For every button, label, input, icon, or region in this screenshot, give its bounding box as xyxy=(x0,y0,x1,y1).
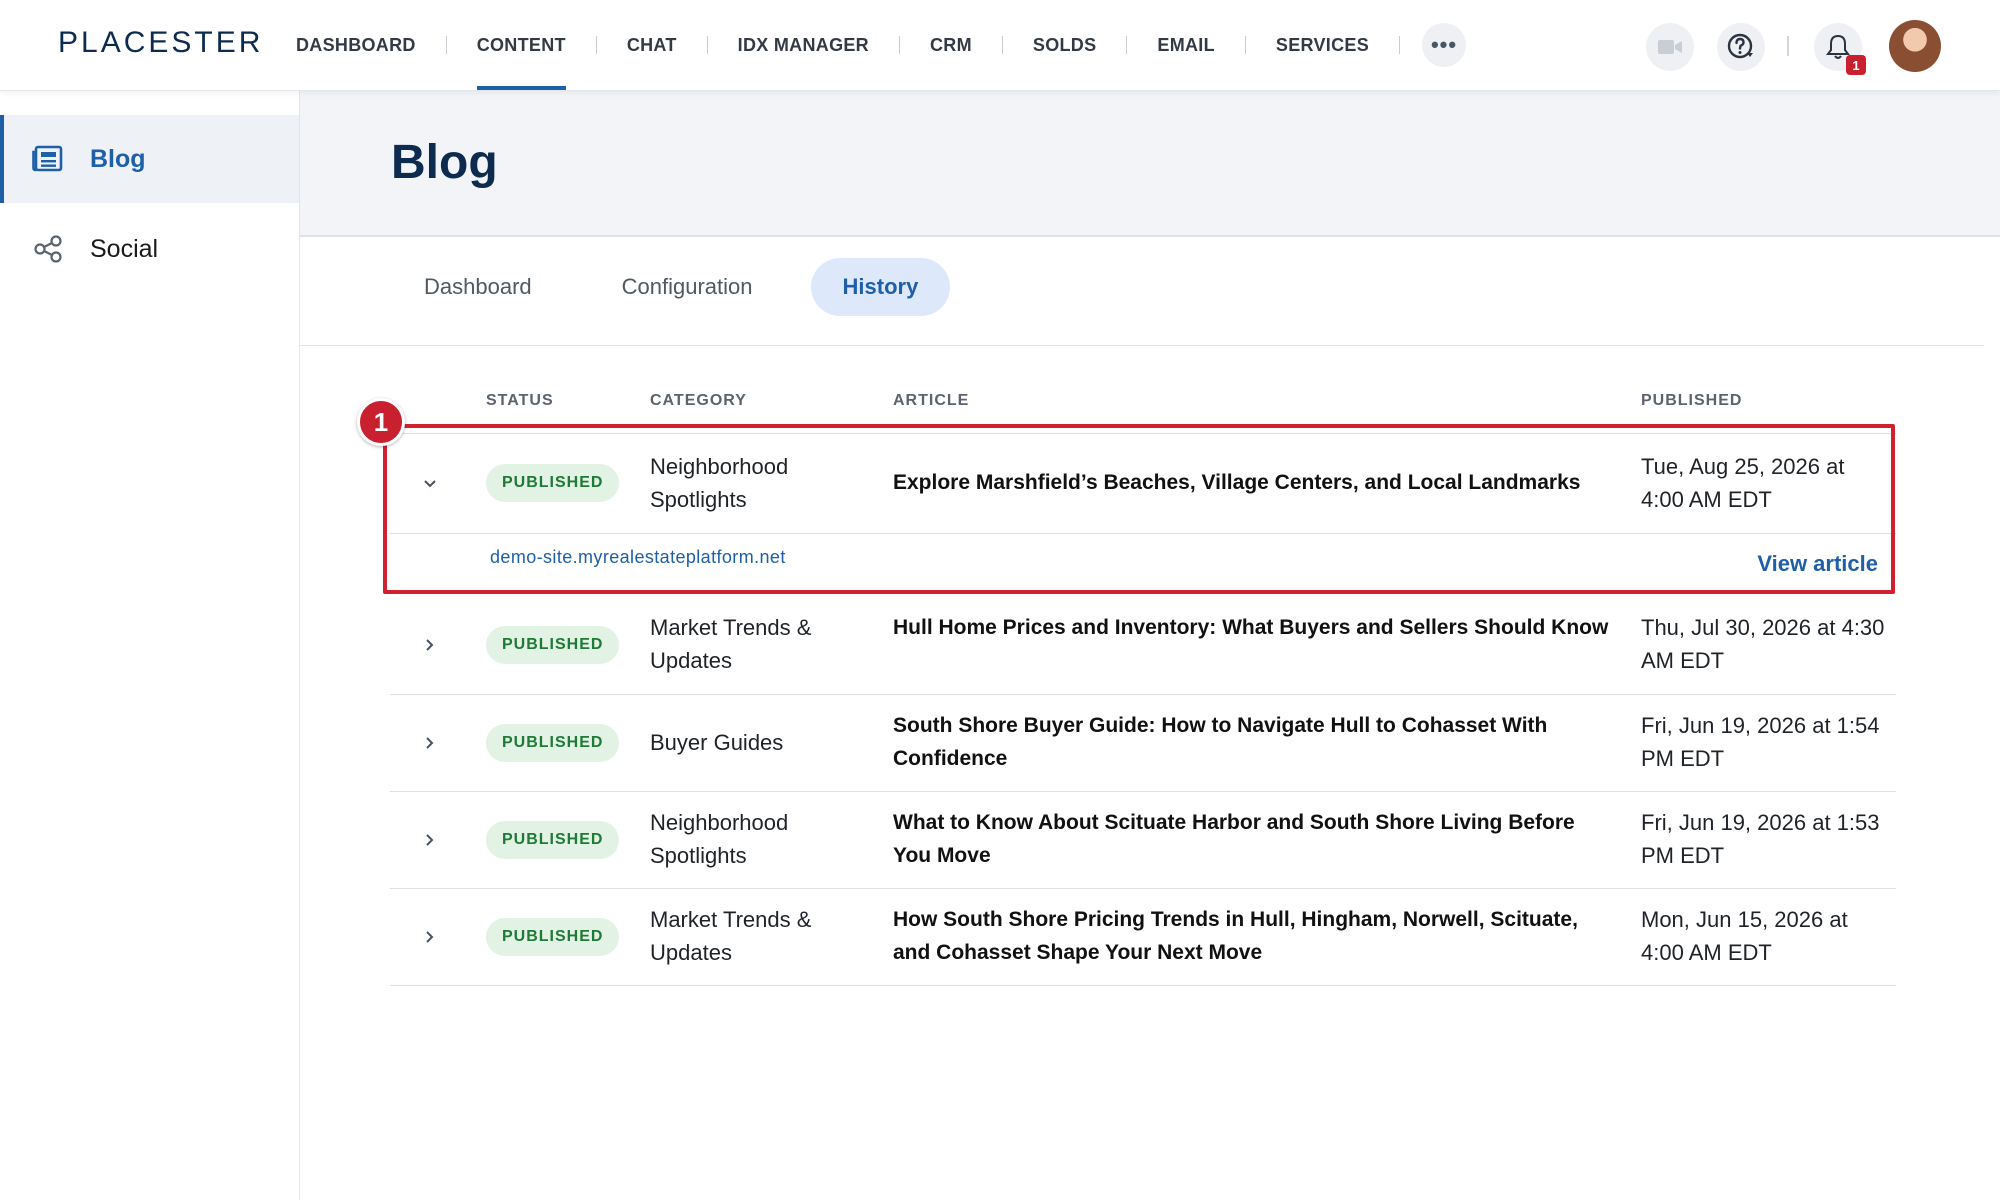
sidebar-item-label: Social xyxy=(90,234,159,263)
sidebar: Blog Social xyxy=(0,91,300,1200)
column-header-status: STATUS xyxy=(486,392,554,409)
row-published-date: Mon, Jun 15, 2026 at 4:00 AM EDT xyxy=(1641,907,1848,965)
nav-separator xyxy=(1399,36,1401,54)
main-nav: DASHBOARD CONTENT CHAT IDX MANAGER CRM S… xyxy=(296,0,1467,90)
toolbar-separator xyxy=(1787,36,1789,56)
row-category: Buyer Guides xyxy=(650,730,784,755)
row-published-date: Thu, Jul 30, 2026 at 4:30 AM EDT xyxy=(1641,615,1885,673)
chevron-right-icon[interactable] xyxy=(420,830,440,850)
sidebar-item-blog[interactable]: Blog xyxy=(0,115,299,203)
nav-email[interactable]: EMAIL xyxy=(1127,0,1245,90)
row-article-title: Explore Marshfield’s Beaches, Village Ce… xyxy=(893,471,1581,494)
nav-idx-manager[interactable]: IDX MANAGER xyxy=(708,0,899,90)
chevron-down-icon[interactable] xyxy=(420,474,440,494)
video-button[interactable] xyxy=(1646,23,1694,71)
sidebar-item-label: Blog xyxy=(90,144,146,173)
video-camera-icon xyxy=(1658,40,1682,54)
content-tabs: Dashboard Configuration History xyxy=(392,258,976,316)
table-row[interactable]: PUBLISHED Market Trends & Updates How So… xyxy=(390,889,1896,986)
status-badge: PUBLISHED xyxy=(486,626,620,664)
chevron-right-icon[interactable] xyxy=(420,733,440,753)
annotation-number-badge: 1 xyxy=(357,398,405,446)
row-published-date: Tue, Aug 25, 2026 at 4:00 AM EDT xyxy=(1641,454,1845,512)
row-article-title: How South Shore Pricing Trends in Hull, … xyxy=(893,908,1578,964)
divider xyxy=(300,345,1984,346)
row-category: Neighborhood Spotlights xyxy=(650,454,789,512)
row-published-date: Fri, Jun 19, 2026 at 1:54 PM EDT xyxy=(1641,713,1880,771)
row-article-title: Hull Home Prices and Inventory: What Buy… xyxy=(893,616,1609,639)
newspaper-icon xyxy=(32,145,63,172)
table-row[interactable]: PUBLISHED Neighborhood Spotlights Explor… xyxy=(390,434,1896,534)
table-row[interactable]: PUBLISHED Buyer Guides South Shore Buyer… xyxy=(390,695,1896,792)
share-icon xyxy=(34,235,62,263)
more-menu-button[interactable]: ••• xyxy=(1422,23,1467,67)
user-avatar[interactable] xyxy=(1889,20,1941,72)
nav-dashboard[interactable]: DASHBOARD xyxy=(296,0,446,90)
nav-crm[interactable]: CRM xyxy=(900,0,1002,90)
chevron-right-icon[interactable] xyxy=(420,927,440,947)
row-article-title: What to Know About Scituate Harbor and S… xyxy=(893,811,1575,867)
table-row[interactable]: PUBLISHED Neighborhood Spotlights What t… xyxy=(390,792,1896,889)
chevron-right-icon[interactable] xyxy=(420,635,440,655)
view-article-link[interactable]: View article xyxy=(1757,551,1878,577)
nav-content[interactable]: CONTENT xyxy=(447,0,596,90)
row-category: Neighborhood Spotlights xyxy=(650,810,789,868)
top-nav: PLACESTER DASHBOARD CONTENT CHAT IDX MAN… xyxy=(0,0,2000,91)
column-header-article: ARTICLE xyxy=(893,392,970,409)
help-icon xyxy=(1727,33,1753,59)
row-article-title: South Shore Buyer Guide: How to Navigate… xyxy=(893,714,1548,770)
row-published-date: Fri, Jun 19, 2026 at 1:53 PM EDT xyxy=(1641,810,1880,868)
row-details: demo-site.myrealestateplatform.net View … xyxy=(390,533,1896,595)
table-row[interactable]: PUBLISHED Market Trends & Updates Hull H… xyxy=(390,595,1896,695)
notification-badge: 1 xyxy=(1846,55,1866,75)
notifications-button[interactable]: 1 xyxy=(1814,23,1866,75)
help-button[interactable] xyxy=(1717,23,1765,71)
row-category: Market Trends & Updates xyxy=(650,907,812,965)
page-header: Blog xyxy=(300,91,2000,237)
status-badge: PUBLISHED xyxy=(486,918,620,956)
column-header-published: PUBLISHED xyxy=(1641,392,1743,409)
tab-configuration[interactable]: Configuration xyxy=(590,258,785,316)
nav-services[interactable]: SERVICES xyxy=(1246,0,1399,90)
nav-chat[interactable]: CHAT xyxy=(597,0,707,90)
tab-history[interactable]: History xyxy=(810,258,951,316)
tab-dashboard[interactable]: Dashboard xyxy=(392,258,564,316)
status-badge: PUBLISHED xyxy=(486,724,620,762)
sidebar-item-social[interactable]: Social xyxy=(0,205,299,293)
row-category: Market Trends & Updates xyxy=(650,615,812,673)
column-header-category: CATEGORY xyxy=(650,392,747,409)
placester-logo[interactable]: PLACESTER xyxy=(58,26,263,60)
nav-solds[interactable]: SOLDS xyxy=(1003,0,1127,90)
status-badge: PUBLISHED xyxy=(486,821,620,859)
page-title: Blog xyxy=(391,136,498,189)
status-badge: PUBLISHED xyxy=(486,464,620,502)
site-url: demo-site.myrealestateplatform.net xyxy=(490,547,786,567)
